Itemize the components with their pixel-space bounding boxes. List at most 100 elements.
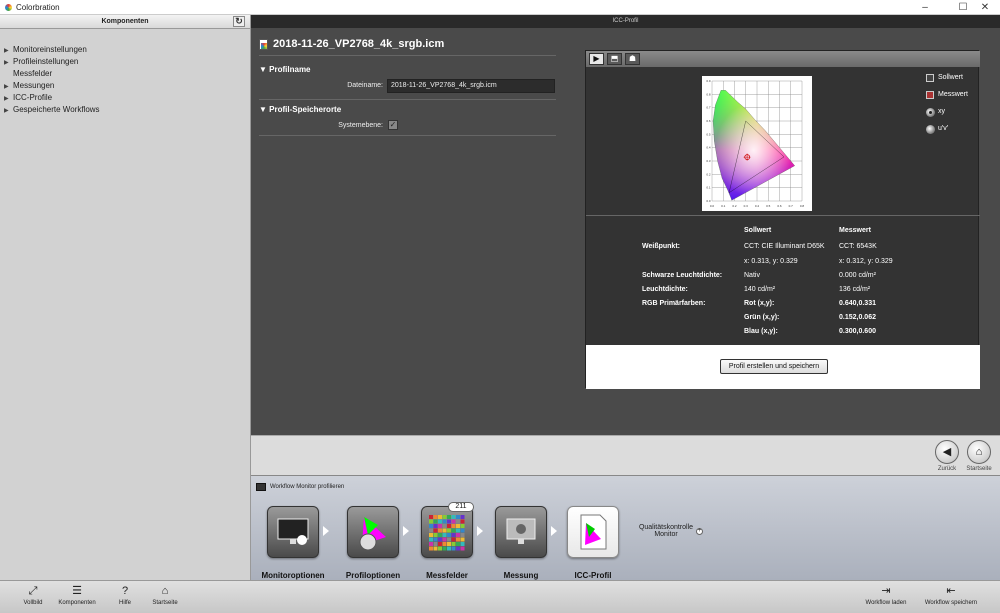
profil-erstellen-button[interactable]: Profil erstellen und speichern — [720, 359, 828, 374]
collapse-arrow-icon[interactable]: ▼ — [259, 105, 267, 114]
step-messfelder[interactable] — [421, 506, 473, 558]
arrow-icon — [477, 526, 483, 536]
workflow-speichern-button[interactable]: ⇤ Workflow speichern — [918, 584, 984, 606]
color-patch — [456, 515, 460, 519]
color-patch — [451, 542, 456, 546]
step-messung[interactable] — [495, 506, 547, 558]
color-patch — [451, 546, 456, 551]
color-patch — [433, 542, 438, 546]
vollbild-button[interactable]: ⤢ Vollbild — [18, 584, 48, 606]
expand-arrow-icon[interactable]: ▶ — [4, 105, 13, 117]
window-titlebar: Colorbration – ☐ ✕ — [0, 0, 1000, 15]
navigation-strip: ◀ Zurück ⌂ Startseite — [251, 435, 1000, 475]
sidebar-item-label: ICC-Profile — [13, 93, 53, 102]
weisspunkt-soll-cct: CCT: CIE Illuminant D65K — [744, 243, 825, 250]
gruen-label: Grün (x,y): — [744, 314, 780, 321]
color-patch — [429, 519, 433, 524]
close-button[interactable]: ✕ — [970, 0, 1000, 15]
dateiname-input[interactable]: 2018-11-26_VP2768_4k_srgb.icm — [387, 79, 555, 93]
back-button[interactable]: ◀ — [935, 440, 959, 464]
color-patch — [447, 528, 451, 533]
color-patch — [438, 515, 442, 519]
home-icon: ⌂ — [161, 585, 169, 597]
color-patch — [456, 537, 460, 542]
systemebene-label: Systemebene: — [338, 122, 383, 129]
sidebar-item-messfelder[interactable]: Messfelder — [4, 68, 100, 80]
rot-label: Rot (x,y): — [744, 300, 775, 307]
komponenten-button[interactable]: ☰ Komponenten — [52, 584, 102, 606]
qualitaetskontrolle-link[interactable]: Qualitätskontrolle Monitor — [631, 524, 701, 538]
divider — [259, 135, 556, 136]
section-profilname[interactable]: ▼ Profilname — [259, 65, 311, 74]
color-patch — [447, 537, 451, 542]
refresh-icon[interactable]: ↻ — [233, 16, 245, 27]
color-patch — [451, 533, 456, 537]
curve-view-button[interactable]: ⬒ — [607, 53, 622, 65]
systemebene-checkbox[interactable]: ✓ — [388, 120, 398, 130]
hilfe-button[interactable]: ? Hilfe — [110, 584, 140, 606]
sidebar-title: Komponenten — [101, 18, 149, 25]
home-button[interactable]: ⌂ — [967, 440, 991, 464]
pointer-tool-button[interactable]: ▶ — [589, 53, 604, 65]
home-label: Startseite — [966, 466, 992, 472]
sidebar-item-label: Monitoreinstellungen — [13, 45, 87, 54]
workflow-bar: Workflow Monitor profilieren 211 Monitor… — [251, 475, 1000, 580]
step-profiloptionen[interactable] — [347, 506, 399, 558]
add-icon[interactable]: + — [696, 528, 703, 535]
bottom-toolbar: ⤢ Vollbild ☰ Komponenten ? Hilfe ⌂ Startseit… — [0, 580, 1000, 613]
color-patch — [460, 524, 465, 528]
divider — [259, 55, 556, 56]
color-patch — [460, 519, 465, 524]
sidebar-item-icc-profile[interactable]: ▶ ICC-Profile — [4, 92, 100, 104]
radio-uv[interactable]: u'v' — [926, 124, 968, 141]
sidebar-item-messungen[interactable]: ▶ Messungen — [4, 80, 100, 92]
step-monitoroptionen[interactable] — [267, 506, 319, 558]
section-profil-speicherorte[interactable]: ▼ Profil-Speicherorte — [259, 105, 341, 114]
radio-xy[interactable]: xy — [926, 107, 968, 124]
color-patch — [460, 542, 465, 546]
color-patch — [429, 515, 433, 519]
help-icon: ? — [121, 585, 129, 597]
y-tick-label: 0.3 — [706, 159, 711, 163]
step-label: Messfelder — [426, 571, 468, 580]
leucht-label: Leuchtdichte: — [642, 286, 688, 293]
step-icc-profil[interactable] — [567, 506, 619, 558]
color-patch — [433, 537, 438, 542]
sidebar-item-profileinstellungen[interactable]: ▶ Profileinstellungen — [4, 56, 100, 68]
legend-sollwert[interactable]: Sollwert — [926, 73, 968, 90]
x-tick-label: 0.1 — [721, 204, 726, 208]
radio-icon[interactable] — [926, 125, 935, 134]
color-patch — [433, 524, 438, 528]
color-patch — [451, 515, 456, 519]
y-tick-label: 0.2 — [706, 172, 711, 176]
color-patch — [442, 533, 447, 537]
y-tick-label: 0.5 — [706, 132, 711, 136]
color-patch — [451, 528, 456, 533]
legend-messwert[interactable]: Messwert — [926, 90, 968, 107]
sidebar-item-monitoreinstellungen[interactable]: ▶ Monitoreinstellungen — [4, 44, 100, 56]
weisspunkt-mess-cct: CCT: 6543K — [839, 243, 877, 250]
radio-selected-icon[interactable] — [926, 108, 935, 117]
sidebar-item-gespeicherte-workflows[interactable]: ▶ Gespeicherte Workflows — [4, 104, 100, 116]
icc-document-icon — [580, 514, 607, 550]
color-patch — [429, 528, 433, 533]
collapse-arrow-icon[interactable]: ▼ — [259, 65, 267, 74]
x-tick-label: 0.5 — [766, 204, 771, 208]
workflow-laden-button[interactable]: ⇥ Workflow laden — [856, 584, 916, 606]
load-workflow-icon: ⇥ — [881, 585, 891, 597]
rot-value: 0.640,0.331 — [839, 300, 876, 307]
minimize-button[interactable]: – — [910, 0, 940, 15]
color-patch — [460, 533, 465, 537]
startseite-button[interactable]: ⌂ Startseite — [145, 584, 185, 606]
col-sollwert: Sollwert — [744, 227, 772, 234]
section-title: Profil-Speicherorte — [269, 105, 342, 114]
color-patch — [438, 537, 442, 542]
x-tick-label: 0.6 — [777, 204, 782, 208]
x-tick-label: 0.4 — [755, 204, 760, 208]
image-view-button[interactable]: ☗ — [625, 53, 640, 65]
color-patch — [429, 524, 433, 528]
color-patch — [442, 515, 447, 519]
color-patch — [451, 519, 456, 524]
color-patch — [433, 528, 438, 533]
step-label: ICC-Profil — [574, 571, 612, 580]
